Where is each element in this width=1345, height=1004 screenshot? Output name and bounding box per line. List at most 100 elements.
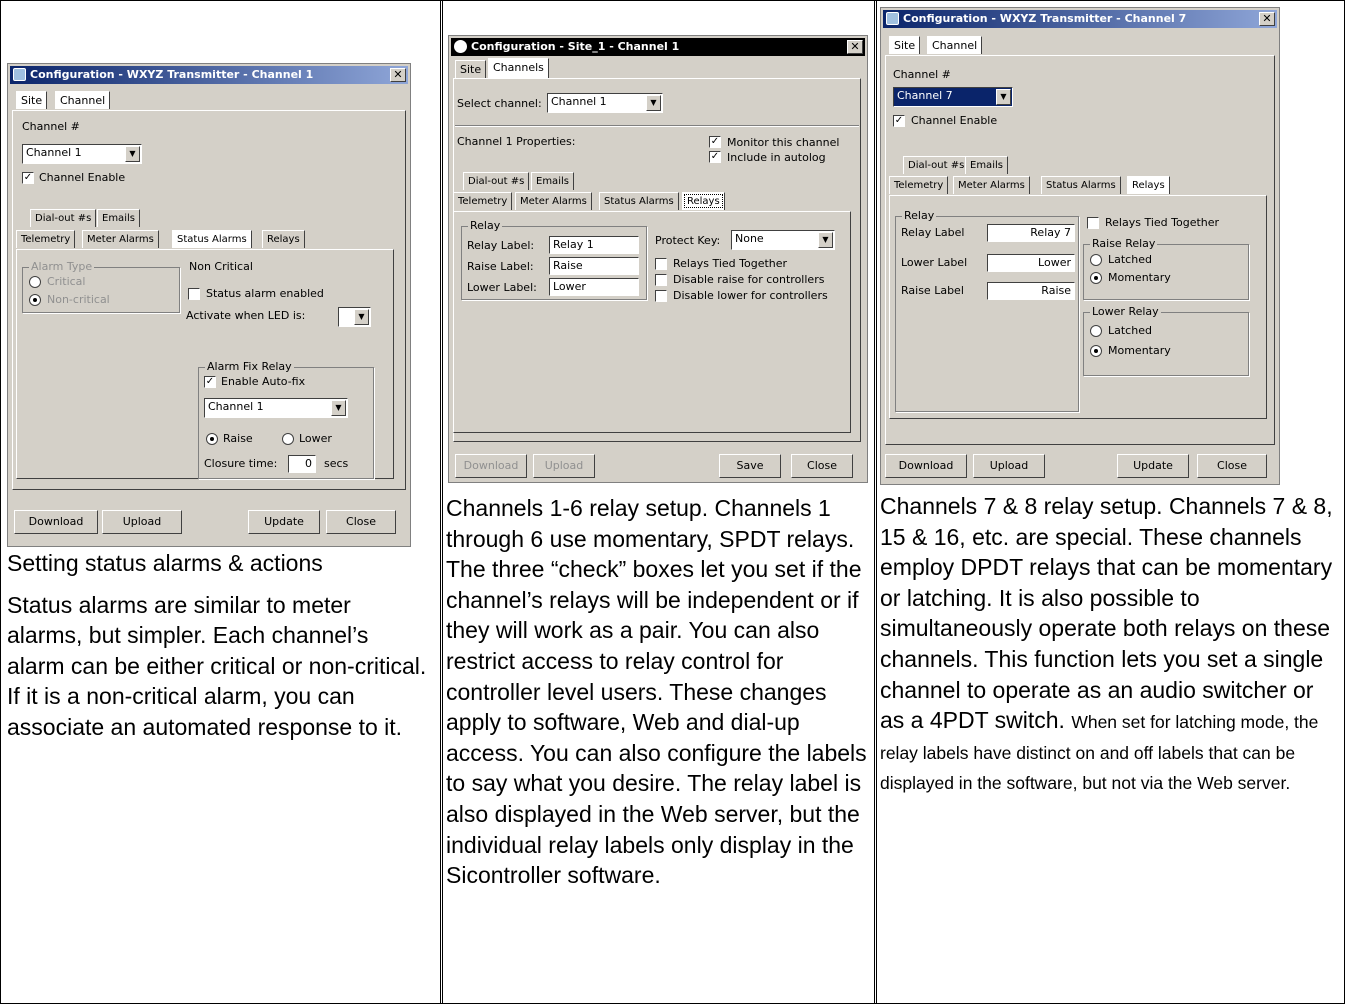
monitor-checkbox[interactable]: ✓: [709, 136, 721, 148]
tab-meter-alarms[interactable]: Meter Alarms: [953, 176, 1030, 194]
tab-emails[interactable]: Emails: [531, 172, 574, 190]
tab-dialout[interactable]: Dial-out #s: [30, 209, 97, 227]
relay-label-field[interactable]: Relay 7: [987, 224, 1075, 242]
tab-relays[interactable]: Relays: [262, 230, 305, 248]
activate-led-label: Activate when LED is:: [186, 309, 306, 322]
raise-label: Raise: [223, 432, 253, 445]
lower-label-field[interactable]: Lower: [549, 278, 639, 296]
close-button[interactable]: Close: [1197, 454, 1267, 478]
tab-emails[interactable]: Emails: [965, 156, 1008, 174]
dialog-titlebar: Configuration - Site_1 - Channel 1 ✕: [451, 38, 865, 56]
select-channel-dropdown[interactable]: Channel 1 ▼: [547, 93, 663, 113]
disable-raise-checkbox[interactable]: [655, 274, 667, 286]
lower-relay-group: Lower Relay Latched Momentary: [1083, 305, 1249, 376]
relays-tied-label: Relays Tied Together: [1105, 216, 1220, 229]
close-button[interactable]: Close: [791, 454, 853, 478]
raise-momentary-radio[interactable]: [1090, 272, 1102, 284]
tab-dialout[interactable]: Dial-out #s: [463, 172, 530, 190]
tab-site[interactable]: Site: [889, 36, 921, 54]
tab-telemetry[interactable]: Telemetry: [453, 192, 513, 210]
channel-enable-label: Channel Enable: [911, 114, 998, 127]
relay-label-label: Relay Label: [901, 226, 965, 239]
select-channel-label: Select channel:: [457, 97, 542, 110]
close-icon[interactable]: ✕: [1259, 12, 1275, 26]
close-button[interactable]: Close: [326, 510, 396, 534]
raise-radio[interactable]: [206, 433, 218, 445]
alarm-type-group: Alarm Type Critical Non-critical: [22, 260, 180, 313]
chevron-down-icon: ▼: [818, 232, 833, 248]
update-button[interactable]: Update: [1117, 454, 1189, 478]
relays-tied-checkbox[interactable]: [1087, 217, 1099, 229]
download-button[interactable]: Download: [455, 454, 527, 478]
tab-channel[interactable]: Channel: [55, 91, 111, 109]
tab-status-alarms[interactable]: Status Alarms: [1041, 176, 1121, 194]
channel-enable-checkbox[interactable]: ✓: [22, 172, 34, 184]
tab-meter-alarms[interactable]: Meter Alarms: [82, 230, 159, 248]
tab-dialout[interactable]: Dial-out #s: [903, 156, 970, 174]
tab-emails[interactable]: Emails: [97, 209, 140, 227]
dialog-titlebar: Configuration - WXYZ Transmitter - Chann…: [10, 66, 408, 84]
tab-telemetry[interactable]: Telemetry: [16, 230, 76, 248]
caption-body: Channels 7 & 8 relay setup. Channels 7 &…: [880, 493, 1333, 734]
channel-number-label: Channel #: [22, 120, 80, 133]
lower-label-label: Lower Label: [901, 256, 968, 269]
tab-site[interactable]: Site: [455, 60, 487, 78]
channel-select[interactable]: Channel 1 ▼: [22, 144, 142, 164]
channel-enable-checkbox[interactable]: ✓: [893, 115, 905, 127]
tab-site[interactable]: Site: [16, 91, 48, 109]
disable-lower-checkbox[interactable]: [655, 290, 667, 302]
lower-momentary-radio[interactable]: [1090, 345, 1102, 357]
closure-time-field[interactable]: 0: [288, 455, 316, 473]
tab-meter-alarms[interactable]: Meter Alarms: [515, 192, 592, 210]
status-alarms-dialog: Configuration - WXYZ Transmitter - Chann…: [7, 63, 411, 547]
caption-body: Status alarms are similar to meter alarm…: [7, 591, 427, 740]
chevron-down-icon: ▼: [354, 309, 369, 325]
monitor-label: Monitor this channel: [727, 136, 840, 149]
upload-button[interactable]: Upload: [533, 454, 595, 478]
include-autolog-checkbox[interactable]: ✓: [709, 151, 721, 163]
upload-button[interactable]: Upload: [102, 510, 182, 534]
protect-key-select[interactable]: None ▼: [731, 230, 835, 250]
lower-radio[interactable]: [282, 433, 294, 445]
raise-latched-radio[interactable]: [1090, 254, 1102, 266]
close-icon[interactable]: ✕: [390, 68, 406, 82]
properties-label: Channel 1 Properties:: [457, 135, 576, 148]
caption-col3: Channels 7 & 8 relay setup. Channels 7 &…: [880, 491, 1342, 797]
status-alarm-enabled-checkbox[interactable]: [188, 288, 200, 300]
relay-label-field[interactable]: Relay 1: [549, 236, 639, 254]
tab-telemetry[interactable]: Telemetry: [889, 176, 949, 194]
tab-relays[interactable]: Relays: [682, 192, 725, 210]
close-icon[interactable]: ✕: [847, 40, 863, 54]
noncritical-radio[interactable]: [29, 294, 41, 306]
enable-autofix-checkbox[interactable]: ✓: [204, 376, 216, 388]
fix-channel-select[interactable]: Channel 1 ▼: [204, 398, 348, 418]
led-state-select[interactable]: ▼: [338, 307, 371, 327]
raise-label-label: Raise Label: [901, 284, 964, 297]
update-button[interactable]: Update: [248, 510, 320, 534]
critical-radio[interactable]: [29, 276, 41, 288]
raise-label-field[interactable]: Raise: [987, 282, 1075, 300]
tab-status-alarms[interactable]: Status Alarms: [599, 192, 679, 210]
upload-button[interactable]: Upload: [973, 454, 1045, 478]
relays-tied-checkbox[interactable]: [655, 258, 667, 270]
tab-channel[interactable]: Channel: [927, 36, 983, 54]
enable-autofix-label: Enable Auto-fix: [221, 375, 306, 388]
caption-col1: Setting status alarms & actions Status a…: [7, 548, 432, 743]
tab-channels[interactable]: Channels: [488, 58, 549, 78]
download-button[interactable]: Download: [885, 454, 967, 478]
download-button[interactable]: Download: [14, 510, 98, 534]
dialog-titlebar: Configuration - WXYZ Transmitter - Chann…: [883, 10, 1277, 28]
lower-label-field[interactable]: Lower: [987, 254, 1075, 272]
chevron-down-icon: ▼: [996, 89, 1011, 105]
save-button[interactable]: Save: [719, 454, 781, 478]
caption-body: Channels 1-6 relay setup. Channels 1 thr…: [446, 495, 867, 889]
noncritical-label: Non-critical: [47, 293, 110, 306]
closure-time-label: Closure time:: [204, 457, 278, 470]
chevron-down-icon: ▼: [646, 95, 661, 111]
tab-relays[interactable]: Relays: [1127, 176, 1170, 194]
raise-label-field[interactable]: Raise: [549, 257, 639, 275]
raise-label-label: Raise Label:: [467, 260, 534, 273]
lower-latched-radio[interactable]: [1090, 325, 1102, 337]
channel-select[interactable]: Channel 7 ▼: [893, 87, 1013, 107]
tab-status-alarms[interactable]: Status Alarms: [172, 230, 252, 248]
